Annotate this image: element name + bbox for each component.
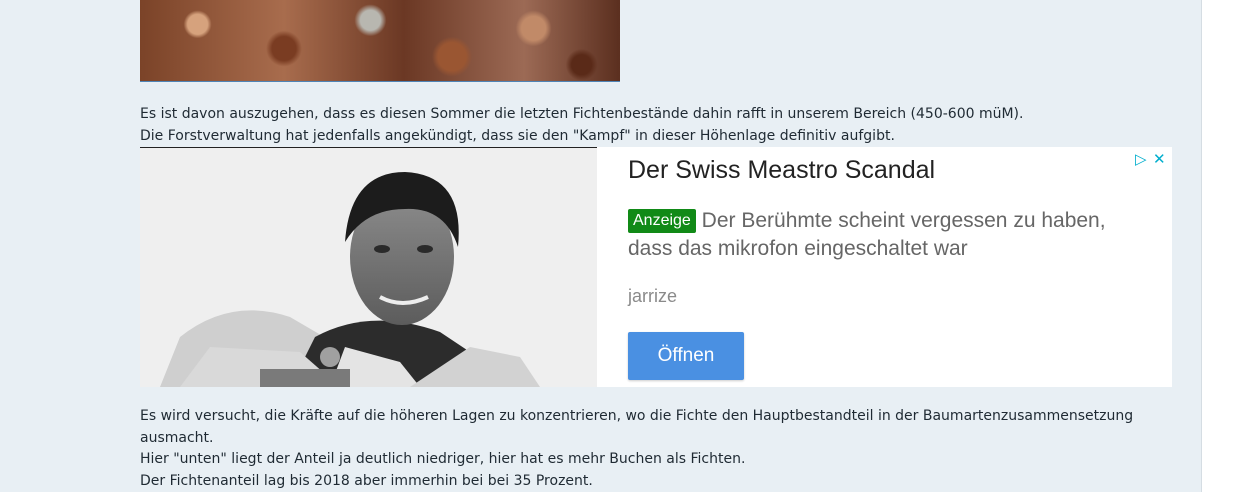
ad-top-divider bbox=[140, 147, 597, 148]
paragraph-2-line-3: Der Fichtenanteil lag bis 2018 aber imme… bbox=[140, 472, 593, 489]
article-paragraph-2: Es wird versucht, die Kräfte auf die höh… bbox=[140, 406, 1150, 492]
ad-title[interactable]: Der Swiss Meastro Scandal bbox=[628, 156, 935, 185]
ad-badge: Anzeige bbox=[628, 209, 696, 233]
ad-description-text: Der Berühmte scheint vergessen zu haben,… bbox=[628, 209, 1106, 260]
ad-description[interactable]: Anzeige Der Berühmte scheint vergessen z… bbox=[628, 207, 1148, 263]
paragraph-1-line-2: Die Forstverwaltung hat jedenfalls angek… bbox=[140, 127, 895, 144]
right-side-panel bbox=[1201, 0, 1252, 492]
ad-content[interactable]: Der Swiss Meastro Scandal Anzeige Der Be… bbox=[628, 147, 1158, 387]
paragraph-2-line-1: Es wird versucht, die Kräfte auf die höh… bbox=[140, 408, 1134, 446]
ad-source: jarrize bbox=[628, 286, 678, 306]
close-icon[interactable]: ✕ bbox=[1153, 150, 1166, 168]
ad-choices-icon[interactable]: ▷ bbox=[1135, 150, 1147, 168]
ad-open-button[interactable]: Öffnen bbox=[628, 332, 744, 380]
ad-portrait-image bbox=[140, 147, 597, 387]
sponsored-ad[interactable]: Der Swiss Meastro Scandal Anzeige Der Be… bbox=[140, 147, 1172, 387]
paragraph-1-line-1: Es ist davon auszugehen, dass es diesen … bbox=[140, 106, 1024, 122]
paragraph-2-line-2: Hier "unten" liegt der Anteil ja deutlic… bbox=[140, 451, 746, 467]
ad-choices-controls[interactable]: ▷ ✕ bbox=[1135, 150, 1167, 168]
ad-image[interactable] bbox=[140, 147, 597, 387]
content-right-margin bbox=[1184, 0, 1200, 492]
article-paragraph-1: Es ist davon auszugehen, dass es diesen … bbox=[140, 104, 1023, 147]
post-photo-bark[interactable] bbox=[140, 0, 620, 82]
